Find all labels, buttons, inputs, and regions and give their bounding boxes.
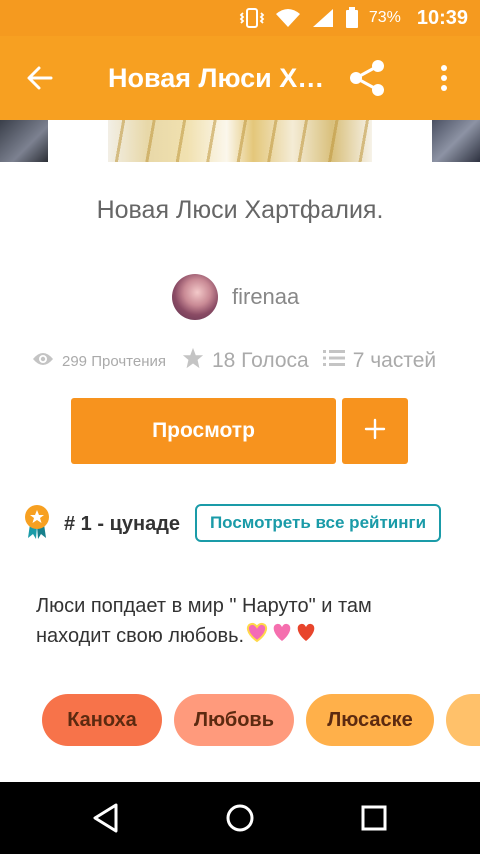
back-arrow-icon[interactable]: [22, 60, 58, 96]
author-row[interactable]: firenaa: [172, 274, 299, 320]
story-title: Новая Люси Хартфалия.: [96, 196, 384, 224]
pink-heart-icon: [270, 621, 294, 652]
system-nav-bar: [0, 782, 480, 854]
tag-chip[interactable]: [446, 694, 480, 746]
parts-count: 7 частей: [352, 349, 437, 372]
award-badge-icon: [22, 504, 52, 545]
cover-carousel[interactable]: [0, 120, 480, 162]
stat-parts: 7 частей: [322, 349, 437, 373]
cover-next[interactable]: [432, 120, 480, 162]
read-button[interactable]: Просмотр: [71, 398, 336, 464]
wifi-icon: [275, 8, 301, 28]
status-bar: 73% 10:39: [0, 0, 480, 36]
sparkling-heart-icon: [244, 621, 270, 652]
tag-chip[interactable]: Люсаске: [306, 694, 434, 746]
votes-count: 18 Голоса: [211, 349, 309, 372]
vibrate-icon: [239, 7, 265, 29]
eye-icon: [32, 351, 54, 371]
cover-image: [108, 120, 372, 162]
tag-label: Любовь: [193, 708, 274, 731]
tag-label: Люсаске: [327, 708, 413, 731]
tag-list: Каноха Любовь Люсаске: [42, 694, 480, 746]
story-description: Люси попдает в мир " Наруто" и там наход…: [36, 592, 426, 652]
clock: 10:39: [416, 6, 468, 29]
battery-percent: 73%: [368, 9, 401, 26]
avatar[interactable]: [172, 274, 218, 320]
red-heart-icon: [294, 621, 318, 652]
share-icon[interactable]: [345, 58, 389, 98]
more-vert-icon[interactable]: [432, 58, 456, 98]
stat-reads: 299 Прочтения: [32, 351, 166, 371]
app-bar: Новая Люси Хартфалия.: [0, 36, 480, 120]
battery-icon: [345, 7, 359, 29]
ranking-row: # 1 - цунаде: [22, 504, 181, 545]
signal-icon: [311, 8, 335, 28]
description-text: Люси попдает в мир " Наруто" и там наход…: [36, 595, 372, 647]
star-icon: [182, 347, 204, 375]
story-stats: 299 Прочтения 18 Голоса 7 частей: [32, 346, 462, 376]
add-to-library-button[interactable]: [342, 398, 408, 464]
reads-count: 299 Прочтения: [62, 352, 166, 370]
stat-votes: 18 Голоса: [182, 347, 309, 375]
see-all-rankings-button[interactable]: Посмотреть все рейтинги: [195, 504, 441, 542]
back-triangle-icon[interactable]: [86, 800, 126, 836]
app-bar-title: Новая Люси Хартфалия.: [108, 63, 333, 93]
author-name[interactable]: firenaa: [232, 284, 299, 310]
plus-icon: [364, 418, 386, 445]
cover-previous[interactable]: [0, 120, 48, 162]
status-icons: 73% 10:39: [239, 0, 468, 36]
ranking-text: # 1 - цунаде: [64, 512, 181, 535]
list-icon: [322, 349, 345, 373]
tag-label: Каноха: [67, 708, 137, 731]
home-circle-icon[interactable]: [220, 800, 260, 836]
tag-chip[interactable]: Каноха: [42, 694, 162, 746]
recents-square-icon[interactable]: [354, 800, 394, 836]
tag-chip[interactable]: Любовь: [174, 694, 294, 746]
